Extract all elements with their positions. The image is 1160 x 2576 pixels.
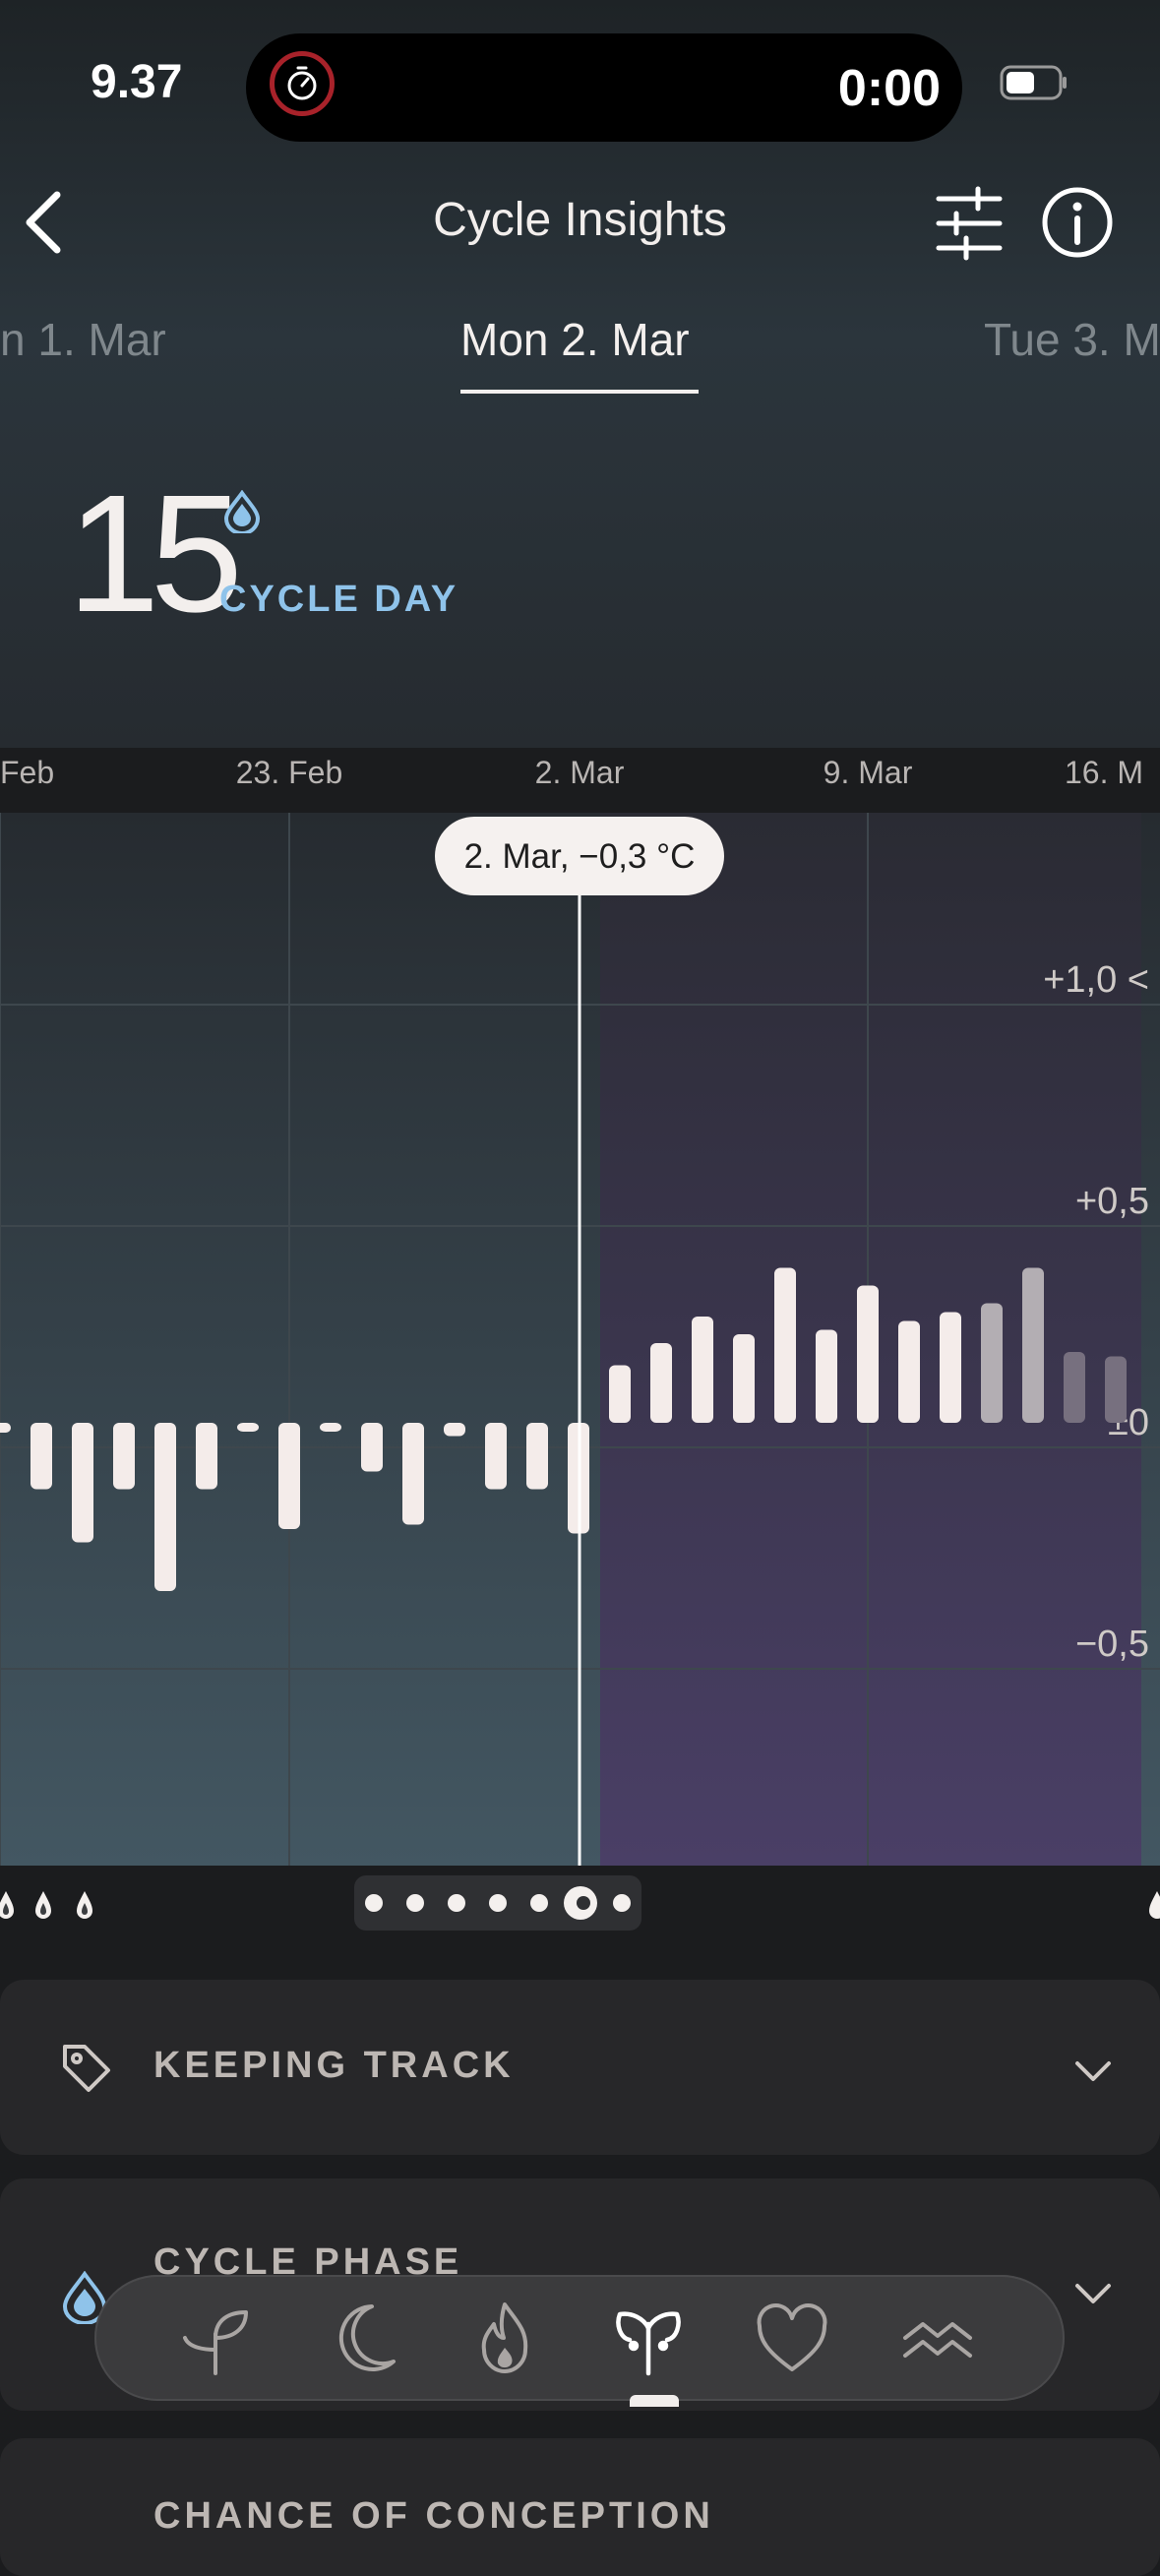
heart-icon[interactable] (748, 2295, 836, 2383)
battery-icon (1000, 65, 1067, 100)
temperature-bar (0, 1423, 11, 1433)
page-dot (365, 1894, 383, 1912)
card-title: CHANCE OF CONCEPTION (153, 2495, 714, 2537)
page-dot (406, 1894, 424, 1912)
follicular-phase-band (0, 813, 600, 1866)
x-tick-label: 23. Feb (236, 755, 343, 790)
temperature-bar (444, 1423, 465, 1437)
stopwatch-icon (270, 51, 335, 116)
page-dot (530, 1894, 548, 1912)
temperature-bar (237, 1423, 259, 1432)
tooltip-text: 2. Mar, −0,3 °C (464, 837, 696, 876)
temperature-bar (154, 1423, 176, 1591)
tag-icon (63, 2045, 110, 2092)
ovary-icon[interactable] (604, 2295, 693, 2383)
moon-icon[interactable] (317, 2295, 405, 2383)
sprout-icon[interactable] (171, 2295, 260, 2383)
temperature-bar (816, 1329, 837, 1423)
temperature-bar (361, 1423, 383, 1472)
cycle-day-label: CYCLE DAY (219, 579, 459, 620)
x-tick-label: 2. Mar (535, 755, 625, 790)
temperature-bar (402, 1423, 424, 1525)
temperature-bar (278, 1423, 300, 1529)
dynamic-island: 0:00 (246, 33, 962, 142)
y-tick-label: +1,0 < (1043, 959, 1149, 1001)
flame-icon[interactable] (460, 2295, 549, 2383)
temperature-bar (72, 1423, 93, 1543)
page-dot (448, 1894, 465, 1912)
chart-tooltip: 2. Mar, −0,3 °C (435, 817, 724, 895)
temperature-bar (1105, 1356, 1127, 1423)
sliders-icon[interactable] (933, 185, 1006, 262)
y-tick-label: +0,5 (1075, 1181, 1149, 1222)
card-title: KEEPING TRACK (153, 2045, 515, 2086)
temperature-bar (609, 1365, 631, 1423)
temperature-bar (320, 1423, 341, 1432)
x-tick-label: 16. M (1065, 755, 1143, 790)
status-time: 9.37 (91, 56, 183, 108)
bottom-tab-bar (94, 2275, 1065, 2401)
page-indicator[interactable] (354, 1875, 641, 1931)
chevron-down-icon[interactable] (1073, 2281, 1113, 2306)
chevron-down-icon[interactable] (1073, 2058, 1113, 2084)
temperature-bar (485, 1423, 507, 1490)
date-tab-underline (460, 390, 699, 394)
keeping-track-card[interactable]: KEEPING TRACK (0, 1980, 1160, 2155)
date-tab-previous[interactable]: n 1. Mar (0, 313, 166, 366)
temperature-bar (898, 1320, 920, 1423)
drop-icon (1149, 1891, 1160, 1919)
timer-value: 0:00 (837, 60, 941, 117)
temperature-bar (857, 1285, 879, 1423)
drop-icon (223, 490, 261, 533)
temperature-bar (692, 1317, 713, 1423)
temperature-bar (113, 1423, 135, 1490)
temperature-bar (1064, 1352, 1085, 1423)
temperature-bar (940, 1312, 961, 1423)
temperature-bar (526, 1423, 548, 1490)
temperature-bar (774, 1267, 796, 1423)
date-tab-current[interactable]: Mon 2. Mar (460, 313, 690, 366)
chance-of-conception-card[interactable]: CHANCE OF CONCEPTION (0, 2438, 1160, 2576)
waves-icon[interactable] (893, 2295, 982, 2383)
temperature-bar (981, 1303, 1003, 1423)
temperature-bar (1022, 1267, 1044, 1423)
cycle-day-number: 15 (67, 460, 243, 647)
info-icon[interactable] (1041, 183, 1114, 262)
temperature-chart[interactable]: Feb 23. Feb 2. Mar 9. Mar 16. M +1,0 <+0,5±0… (0, 744, 1160, 1871)
active-tab-indicator (630, 2395, 679, 2407)
temperature-bar (196, 1423, 217, 1490)
x-axis-ticks: Feb 23. Feb 2. Mar 9. Mar 16. M (0, 755, 1143, 790)
x-tick-label: 9. Mar (824, 755, 913, 790)
temperature-bar (31, 1423, 52, 1490)
page-dot (613, 1894, 631, 1912)
temperature-bar (733, 1334, 755, 1423)
temperature-bar (650, 1343, 672, 1423)
date-tab-next[interactable]: Tue 3. M (984, 313, 1160, 366)
y-tick-label: −0,5 (1075, 1624, 1149, 1665)
period-drops-row (0, 1891, 92, 1919)
x-tick-label: Feb (0, 755, 54, 790)
page-dot (489, 1894, 507, 1912)
